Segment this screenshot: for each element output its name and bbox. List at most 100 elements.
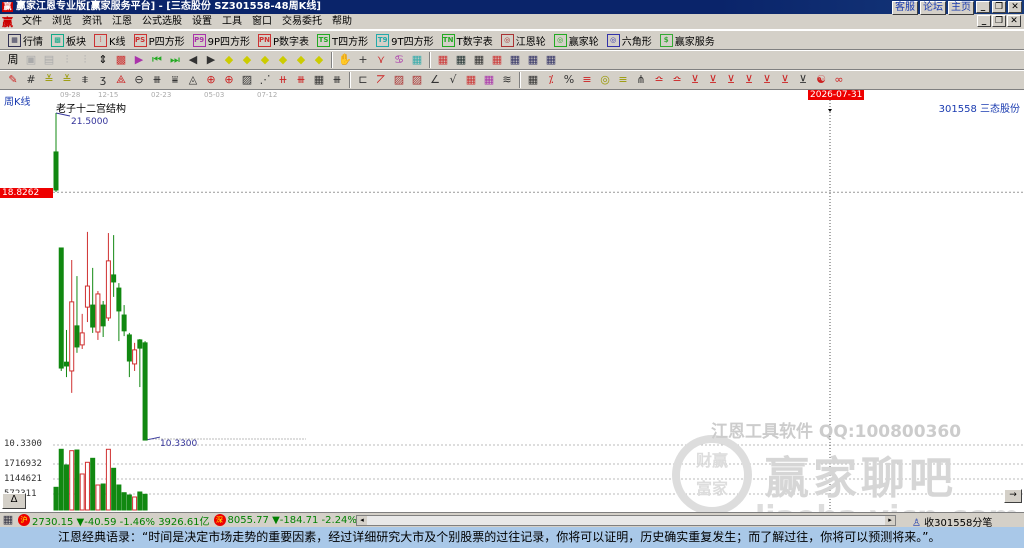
tool-icon[interactable]: ◆ <box>240 53 254 67</box>
tool-icon[interactable]: ◆ <box>222 53 236 67</box>
tool-icon[interactable]: % <box>562 73 576 87</box>
toolbar-button-kline[interactable]: ⫶ K线 <box>90 31 130 49</box>
toolbar-button-t9[interactable]: T9 9T四方形 <box>372 31 437 49</box>
tool-icon[interactable]: + <box>356 53 370 67</box>
menu-news[interactable]: 资讯 <box>77 14 107 30</box>
menu-file[interactable]: 文件 <box>17 14 47 30</box>
tool-icon[interactable]: ▨ <box>392 73 406 87</box>
tool-icon[interactable]: ✎ <box>6 73 20 87</box>
tool-icon[interactable]: ⊻ <box>742 73 756 87</box>
menu-tools[interactable]: 工具 <box>217 14 247 30</box>
scroll-left-icon[interactable]: ◂ <box>357 516 367 525</box>
tool-icon[interactable]: ▶ <box>132 53 146 67</box>
tool-icon[interactable]: ◆ <box>276 53 290 67</box>
tool-icon[interactable]: ⋰ <box>258 73 272 87</box>
tool-icon[interactable]: ◆ <box>258 53 272 67</box>
toolbar-button-p9[interactable]: P9 9P四方形 <box>189 31 254 49</box>
tool-icon[interactable]: ≚ <box>42 73 56 87</box>
tool-icon[interactable]: ⁒ <box>544 73 558 87</box>
tool-icon[interactable]: ◆ <box>312 53 326 67</box>
tool-icon[interactable]: ▶ <box>204 53 218 67</box>
toolbar-button-pn[interactable]: PN P数字表 <box>254 31 313 49</box>
tool-icon[interactable]: ✋ <box>338 53 352 67</box>
tool-icon[interactable]: ◎ <box>598 73 612 87</box>
tool-icon[interactable]: ♋ <box>392 53 406 67</box>
tool-icon[interactable]: ▩ <box>114 53 128 67</box>
tool-icon[interactable]: ⏮ <box>150 53 164 67</box>
customer-service-link[interactable]: 客服 <box>892 1 918 15</box>
forum-link[interactable]: 论坛 <box>920 1 946 15</box>
tool-icon[interactable]: ⟁ <box>114 73 128 87</box>
tool-icon[interactable]: ⊕ <box>222 73 236 87</box>
tool-icon[interactable]: ⊏ <box>356 73 370 87</box>
tool-icon[interactable]: ⩨ <box>78 73 92 87</box>
tool-icon[interactable]: ≏ <box>652 73 666 87</box>
mdi-restore-button[interactable]: ❐ <box>992 15 1006 27</box>
menu-help[interactable]: 帮助 <box>327 14 357 30</box>
tool-icon[interactable]: ⊻ <box>796 73 810 87</box>
horizontal-scrollbar[interactable]: ◂ ▸ <box>356 515 896 526</box>
toolbar-button-hexagon[interactable]: ◎ 六角形 <box>603 31 656 49</box>
scroll-right-button[interactable]: → <box>1004 489 1022 503</box>
tool-icon[interactable]: ⇕ <box>96 53 110 67</box>
kline-chart[interactable]: 周K线 09-28 12-15 02-23 05-03 07-12 2026-0… <box>0 90 1024 512</box>
menu-formula[interactable]: 公式选股 <box>137 14 187 30</box>
tool-icon[interactable]: ◆ <box>294 53 308 67</box>
calculator-icon[interactable]: ▦ <box>2 513 14 527</box>
toolbar-button-gann-wheel[interactable]: ◎ 江恩轮 <box>497 31 550 49</box>
tool-icon[interactable]: ≡ <box>616 73 630 87</box>
minimize-button[interactable]: _ <box>976 1 990 13</box>
tool-icon[interactable]: ▦ <box>482 73 496 87</box>
yin-yang-icon[interactable]: ☯ <box>814 73 828 87</box>
tool-icon[interactable]: ⧻ <box>330 73 344 87</box>
tool-icon[interactable]: # <box>24 73 38 87</box>
tool-icon[interactable]: ▦ <box>464 73 478 87</box>
toolbar-button-tn[interactable]: TN T数字表 <box>438 31 497 49</box>
tool-icon[interactable]: ≚ <box>60 73 74 87</box>
restore-button[interactable]: ❐ <box>992 1 1006 13</box>
menu-window[interactable]: 窗口 <box>247 14 277 30</box>
tool-icon[interactable]: ⊻ <box>688 73 702 87</box>
toolbar-button-winner-wheel[interactable]: ◎ 赢家轮 <box>550 31 603 49</box>
shanghai-index[interactable]: 2730.15 ▼-40.59 -1.46% 3926.61亿 <box>32 513 210 528</box>
tool-icon[interactable]: ▦ <box>410 53 424 67</box>
tool-icon[interactable]: √ <box>446 73 460 87</box>
tool-icon[interactable]: ⊻ <box>706 73 720 87</box>
tool-icon[interactable]: ≏ <box>670 73 684 87</box>
tool-icon[interactable]: ʒ <box>96 73 110 87</box>
scroll-right-icon[interactable]: ▸ <box>885 516 895 525</box>
tool-icon[interactable]: ▦ <box>490 53 504 67</box>
tool-icon[interactable]: ⊕ <box>204 73 218 87</box>
tool-icon[interactable]: 周 <box>6 53 20 67</box>
menu-browse[interactable]: 浏览 <box>47 14 77 30</box>
tool-icon[interactable]: ▦ <box>526 73 540 87</box>
infinity-icon[interactable]: ∞ <box>832 73 846 87</box>
tool-icon[interactable]: ▦ <box>544 53 558 67</box>
tool-icon[interactable]: ▤ <box>42 53 56 67</box>
tool-icon[interactable]: ⩸ <box>168 73 182 87</box>
toolbar-button-ps[interactable]: PS P四方形 <box>130 31 189 49</box>
toolbar-button-blocks[interactable]: ▩ 板块 <box>47 31 90 49</box>
tool-icon[interactable]: ▦ <box>526 53 540 67</box>
tool-icon[interactable]: ⧺ <box>276 73 290 87</box>
tool-icon[interactable]: ◬ <box>186 73 200 87</box>
tool-icon[interactable]: ≡ <box>580 73 594 87</box>
tool-icon[interactable]: ▦ <box>508 53 522 67</box>
menu-settings[interactable]: 设置 <box>187 14 217 30</box>
tool-icon[interactable]: ∠ <box>428 73 442 87</box>
tool-icon[interactable]: ⫶ <box>60 53 74 67</box>
tool-icon[interactable]: ⊻ <box>724 73 738 87</box>
tool-icon[interactable]: ⊻ <box>760 73 774 87</box>
tool-icon[interactable]: ▦ <box>454 53 468 67</box>
mdi-minimize-button[interactable]: _ <box>977 15 991 27</box>
tool-icon[interactable]: ▨ <box>410 73 424 87</box>
tool-icon[interactable]: ◀ <box>186 53 200 67</box>
tool-icon[interactable]: ▣ <box>24 53 38 67</box>
toolbar-button-ts[interactable]: TS T四方形 <box>313 31 372 49</box>
expand-panel-button[interactable]: Δ <box>2 493 26 509</box>
tool-icon[interactable]: ⊖ <box>132 73 146 87</box>
homepage-link[interactable]: 主页 <box>948 1 974 15</box>
tool-icon[interactable]: ▦ <box>472 53 486 67</box>
tool-icon[interactable]: ⊻ <box>778 73 792 87</box>
mdi-close-button[interactable]: ✕ <box>1007 15 1021 27</box>
